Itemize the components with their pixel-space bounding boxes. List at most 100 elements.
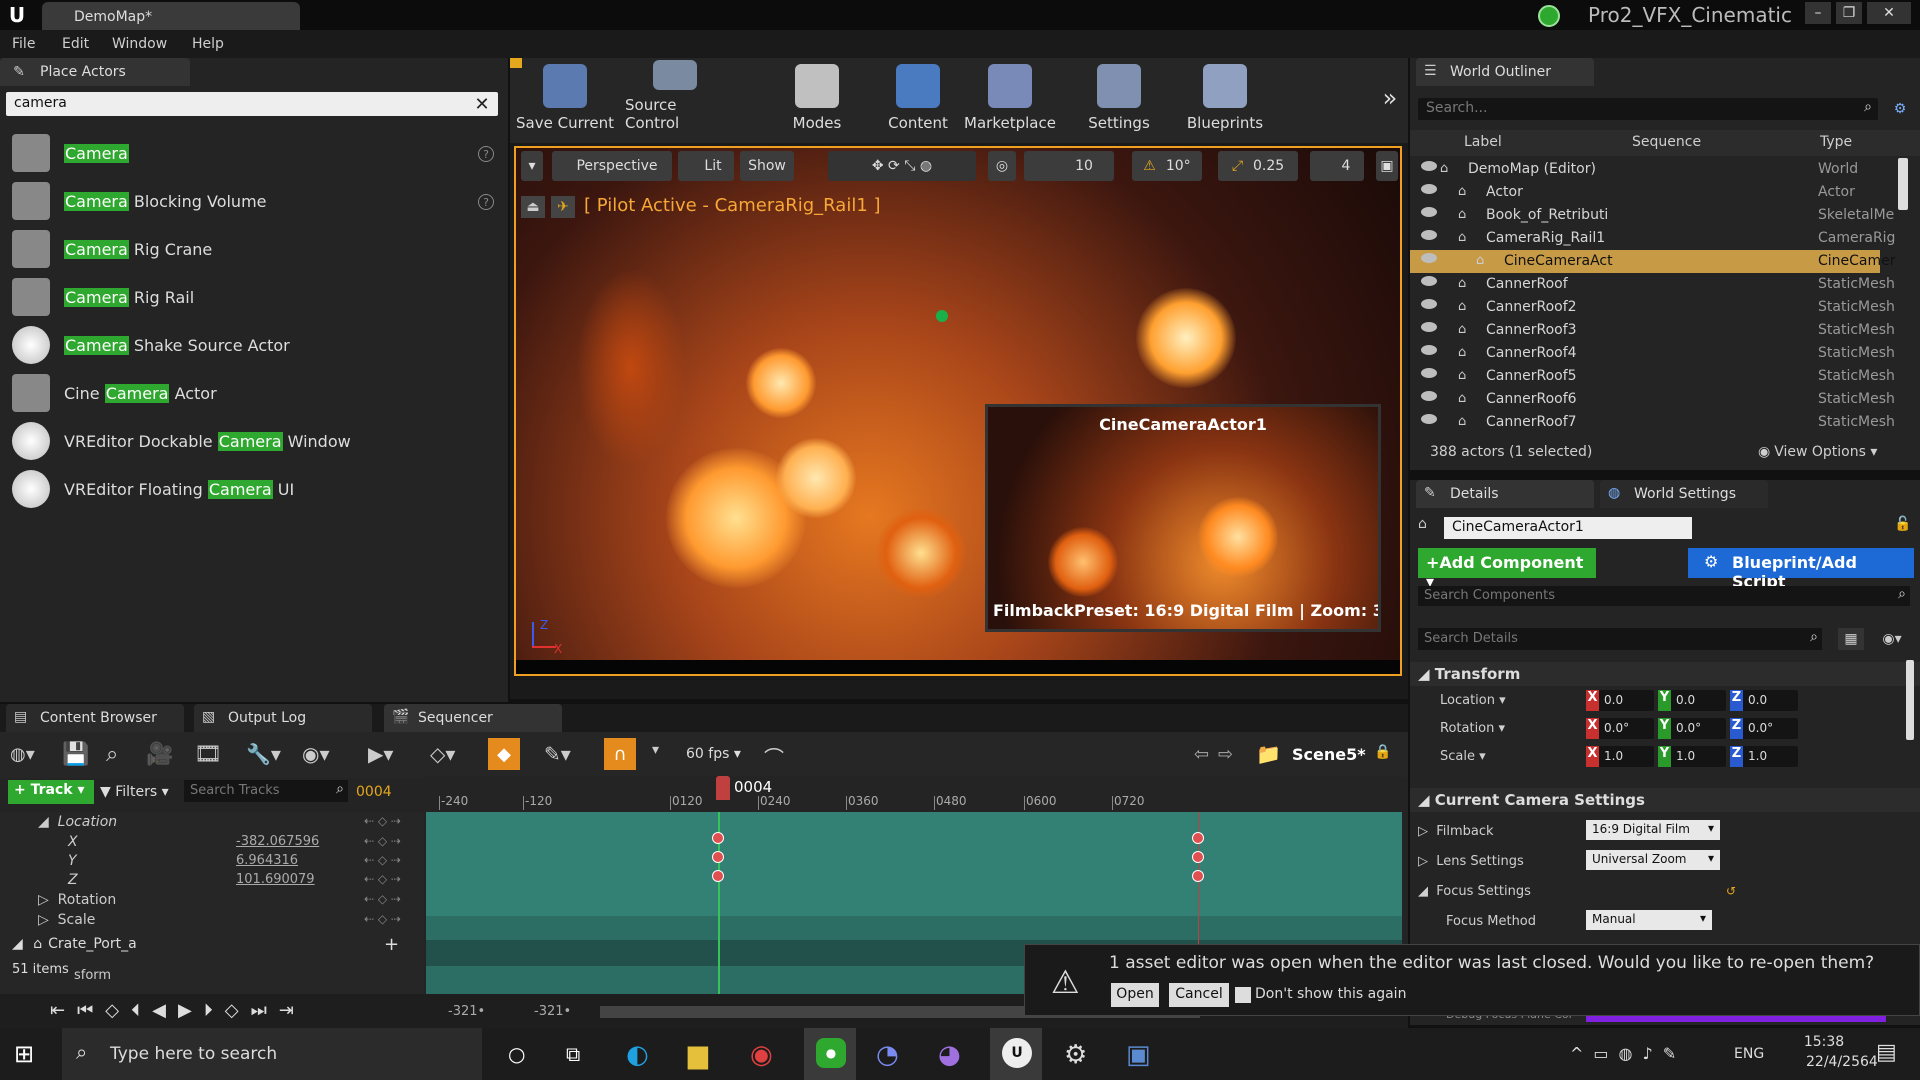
- transform-location-y-field[interactable]: Y 0.0: [1658, 690, 1726, 711]
- clear-search-icon[interactable]: ✕: [472, 93, 492, 115]
- auto-key-icon[interactable]: ◆: [488, 738, 520, 770]
- visibility-eye-icon[interactable]: [1421, 161, 1437, 171]
- back-icon[interactable]: ⇦: [1194, 744, 1209, 765]
- timeline-ruler[interactable]: -240 -120 0120 0240 0360 0480 0600 0720 0004: [426, 776, 1402, 812]
- camera-icon[interactable]: 🎥: [146, 742, 173, 767]
- visibility-eye-icon[interactable]: [1421, 368, 1437, 378]
- scene-name[interactable]: Scene5*: [1292, 745, 1366, 764]
- visibility-eye-icon[interactable]: [1421, 345, 1437, 355]
- transform-scale-label[interactable]: Scale ▾: [1440, 749, 1486, 764]
- clock-date[interactable]: 22/4/2564: [1806, 1054, 1878, 1070]
- transform-location-z-field[interactable]: Z 0.0: [1730, 690, 1798, 711]
- lens-settings-row[interactable]: ▷ Lens Settings: [1418, 854, 1524, 869]
- outliner-row[interactable]: ⌂ CameraRig_Rail1 CameraRig: [1410, 227, 1895, 250]
- actor-list-item[interactable]: Camera Shake Source Actor: [10, 322, 500, 368]
- details-tab[interactable]: ✎ Details: [1416, 480, 1594, 508]
- maximize-viewport-icon[interactable]: ▣: [1376, 151, 1398, 181]
- edit-mode-icon[interactable]: ✎▾: [544, 742, 571, 766]
- forward-icon[interactable]: ⇨: [1218, 744, 1233, 765]
- photos-icon[interactable]: ▣: [1126, 1040, 1151, 1070]
- toolbar-button-blueprints[interactable]: Blueprints: [1175, 60, 1275, 138]
- outliner-settings-icon[interactable]: ⚙: [1888, 98, 1912, 120]
- camera-speed-button[interactable]: 4: [1310, 151, 1364, 181]
- visibility-filter-icon[interactable]: ◉▾: [1872, 628, 1912, 650]
- visibility-eye-icon[interactable]: [1421, 230, 1437, 240]
- x-channel-value[interactable]: -382.067596: [236, 834, 319, 849]
- github-icon[interactable]: ◕: [938, 1040, 961, 1070]
- outliner-row[interactable]: ⌂ Book_of_Retributi SkeletalMe: [1410, 204, 1894, 227]
- viewport-options-button[interactable]: ▾: [521, 151, 543, 181]
- keyframe[interactable]: [1192, 832, 1204, 844]
- toolbar-button-save-current[interactable]: Save Current: [515, 60, 615, 138]
- col-label[interactable]: Label: [1464, 134, 1502, 150]
- keyframe[interactable]: [1192, 851, 1204, 863]
- transform-section-header[interactable]: ◢ Transform: [1410, 662, 1920, 686]
- fps-dropdown[interactable]: 60 fps ▾: [686, 746, 741, 762]
- toolbar-button-modes[interactable]: Modes: [767, 60, 867, 138]
- transform-rotation-x-field[interactable]: X 0.0°: [1586, 718, 1654, 739]
- key-options-icon[interactable]: ◇▾: [430, 742, 455, 766]
- visibility-eye-icon[interactable]: [1421, 414, 1437, 424]
- actor-list-item[interactable]: Camera Rig Crane: [10, 226, 500, 272]
- camera-settings-section-header[interactable]: ◢ Current Camera Settings: [1410, 788, 1920, 812]
- col-type[interactable]: Type: [1820, 134, 1852, 150]
- menu-help[interactable]: Help: [192, 36, 224, 52]
- menu-edit[interactable]: Edit: [62, 36, 89, 52]
- col-sequence[interactable]: Sequence: [1632, 134, 1701, 150]
- range-end[interactable]: -321•: [534, 1004, 571, 1019]
- lock-icon[interactable]: 🔒: [1374, 744, 1391, 760]
- world-icon[interactable]: ◍▾: [10, 744, 35, 765]
- pilot-camera-icon[interactable]: ✈: [551, 196, 575, 218]
- visibility-eye-icon[interactable]: [1421, 253, 1437, 263]
- unreal-app-button[interactable]: U: [990, 1028, 1042, 1080]
- menu-window[interactable]: Window: [112, 36, 167, 52]
- actor-list-item[interactable]: Camera?: [10, 130, 500, 176]
- transform-scale-z-field[interactable]: Z 1.0: [1730, 746, 1798, 767]
- cancel-button[interactable]: Cancel: [1169, 983, 1229, 1007]
- z-channel-value[interactable]: 101.690079: [236, 872, 315, 887]
- save-sequence-icon[interactable]: 💾: [62, 742, 89, 767]
- settings-icon[interactable]: ⚙: [1064, 1040, 1087, 1070]
- world-space-icon[interactable]: ◎: [988, 151, 1016, 181]
- sequencer-tab[interactable]: 🎬 Sequencer: [384, 704, 562, 732]
- outliner-scrollbar[interactable]: [1898, 158, 1908, 210]
- playback-options-icon[interactable]: ▶▾: [368, 742, 393, 766]
- view-icon[interactable]: ◉▾: [302, 742, 330, 766]
- rotation-track[interactable]: ▷ Rotation: [38, 892, 116, 908]
- transform-rotation-z-field[interactable]: Z 0.0°: [1730, 718, 1798, 739]
- keyframe[interactable]: [712, 832, 724, 844]
- reset-to-default-icon[interactable]: ↺: [1726, 884, 1736, 898]
- transform-scale-y-field[interactable]: Y 1.0: [1658, 746, 1726, 767]
- document-tab[interactable]: DemoMap*: [42, 2, 300, 30]
- toolbar-expand-icon[interactable]: »: [1378, 83, 1402, 113]
- transform-location-label[interactable]: Location ▾: [1440, 693, 1506, 708]
- location-track[interactable]: ◢ Location: [38, 814, 117, 830]
- folder-icon[interactable]: 📁: [1256, 742, 1281, 766]
- playhead-handle[interactable]: [716, 776, 730, 800]
- language-indicator[interactable]: ENG: [1734, 1046, 1764, 1062]
- grid-snap-button[interactable]: 10: [1024, 151, 1114, 181]
- notifications-icon[interactable]: ▤: [1876, 1040, 1897, 1065]
- add-track-icon[interactable]: +: [384, 934, 399, 955]
- close-window-button[interactable]: ✕: [1867, 2, 1911, 24]
- edge-icon[interactable]: ◐: [626, 1040, 649, 1070]
- range-start[interactable]: -321•: [448, 1004, 485, 1019]
- windows-start-icon[interactable]: ⊞: [14, 1040, 34, 1068]
- transport-controls[interactable]: ⇤⏮◇⏴◀▶⏵◇⏭⇥: [50, 1000, 306, 1021]
- minimize-button[interactable]: –: [1805, 2, 1831, 24]
- transform-rotation-label[interactable]: Rotation ▾: [1440, 721, 1505, 736]
- visibility-eye-icon[interactable]: [1421, 299, 1437, 309]
- output-log-tab[interactable]: ▧ Output Log: [194, 704, 372, 732]
- taskbar-search-input[interactable]: ⌕ Type here to search: [62, 1028, 482, 1080]
- discord-icon[interactable]: ◔: [876, 1040, 899, 1070]
- details-scrollbar[interactable]: [1906, 660, 1914, 740]
- content-browser-tab[interactable]: ▤ Content Browser: [6, 704, 184, 732]
- filmback-row[interactable]: ▷ Filmback: [1418, 824, 1494, 839]
- outliner-row[interactable]: ⌂ CannerRoof2 StaticMesh: [1410, 296, 1895, 319]
- show-button[interactable]: Show: [740, 151, 794, 181]
- outliner-row[interactable]: ⌂ Actor Actor: [1410, 181, 1880, 204]
- menu-file[interactable]: File: [12, 36, 35, 52]
- filters-button[interactable]: ▼ Filters ▾: [100, 784, 169, 800]
- lens-settings-dropdown[interactable]: Universal Zoom ▾: [1586, 850, 1720, 870]
- outliner-row[interactable]: ⌂ CannerRoof StaticMesh: [1410, 273, 1895, 296]
